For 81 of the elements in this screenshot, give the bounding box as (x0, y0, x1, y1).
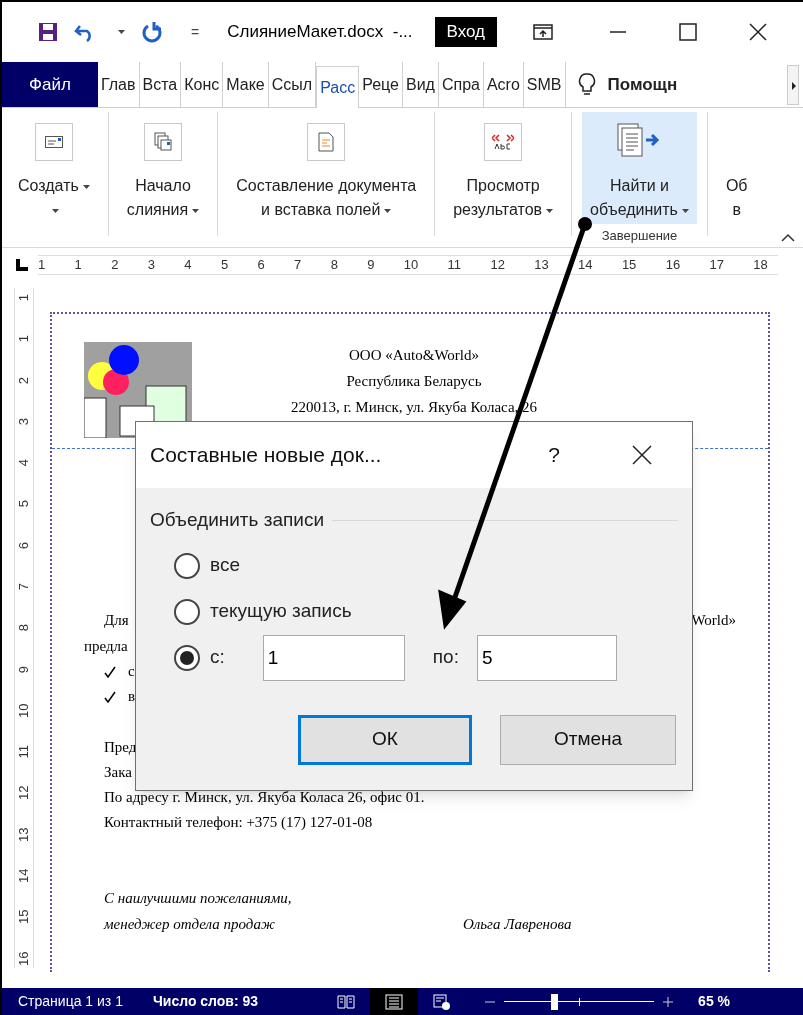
closing-text: менеджер отдела продаж (104, 915, 275, 934)
ribbon-tab[interactable]: Расс (316, 66, 360, 108)
help-button[interactable]: ? (536, 439, 572, 471)
redo-icon[interactable] (141, 21, 163, 43)
scroll-right-icon[interactable] (787, 64, 799, 105)
customize-toolbar-button[interactable]: = (191, 21, 200, 43)
zoom-in-icon[interactable] (662, 995, 675, 1008)
ribbon-button[interactable]: Просмотр результатов (445, 112, 562, 224)
caret-icon (82, 184, 90, 189)
document-icon (307, 123, 346, 161)
checkmark-icon (104, 665, 116, 678)
ribbon-tab[interactable]: Acro (483, 62, 524, 107)
body-text: World» (691, 611, 736, 630)
ribbon-button[interactable]: Создать (10, 112, 98, 224)
web-page-icon (433, 993, 452, 1010)
list-item: в (128, 687, 136, 706)
word-count[interactable]: Число слов: 93 (152, 991, 259, 1012)
caret-icon (681, 208, 689, 213)
group-heading: Объединить записи (150, 508, 325, 532)
body-text: Зака (103, 763, 132, 782)
page-count[interactable]: Страница 1 из 1 (18, 991, 123, 1012)
save-icon[interactable] (38, 22, 58, 42)
ribbon-display-icon[interactable] (533, 24, 553, 40)
ribbon-button[interactable]: Об в (717, 112, 756, 224)
group-label: Завершение (601, 227, 678, 245)
file-tab[interactable]: Файл (2, 62, 98, 107)
ok-button[interactable]: ОК (298, 714, 472, 765)
caret-icon (546, 208, 554, 213)
ribbon-button[interactable]: Найти и объединить (582, 112, 697, 224)
body-text: предла (84, 637, 128, 656)
page-icon (385, 993, 404, 1010)
ribbon-button[interactable]: Составление документа и вставка полей (228, 112, 425, 224)
ribbon-tab[interactable]: Маке (223, 62, 269, 107)
documents-icon (144, 123, 182, 161)
dialog-title: Составные новые док... (150, 442, 382, 469)
closing-text: С наилучшими пожеланиями, (104, 889, 292, 908)
collapse-ribbon-icon[interactable] (781, 233, 795, 243)
help-tab[interactable]: Помощн (607, 71, 678, 98)
to-label: по: (432, 645, 459, 670)
ribbon-tab[interactable]: Реце (359, 62, 403, 107)
ribbon-tab[interactable]: SMB (523, 62, 566, 107)
caret-icon (384, 208, 392, 213)
from-field[interactable]: 1 (262, 634, 405, 681)
ribbon-tab[interactable]: Вид (402, 62, 439, 107)
checkmark-icon (104, 690, 116, 703)
caret-icon (52, 208, 60, 213)
envelope-icon (34, 123, 73, 161)
tab-selector-icon[interactable] (16, 259, 28, 271)
list-item: с (128, 662, 135, 681)
print-view-button[interactable] (370, 988, 419, 1015)
signature-text: Ольга Лавренова (462, 915, 572, 934)
ribbon-tab[interactable]: Спра (438, 62, 484, 107)
maximize-icon[interactable] (679, 23, 697, 41)
vertical-ruler: 1 1 2 3 4 5 6 7 8 9 10 11 12 13 14 15 16 (14, 288, 34, 968)
body-text: По адресу г. Минск, ул. Якуба Коласа 26, офис 01. (103, 788, 425, 807)
zoom-level[interactable]: 65 % (698, 991, 731, 1012)
window-title: СлияниеМакет.docx -... (227, 21, 413, 44)
preview-icon (484, 123, 523, 161)
header-line: ООО «Auto&World» (348, 346, 479, 365)
close-icon[interactable] (749, 23, 767, 41)
body-text: Для (104, 611, 129, 630)
caret-icon (118, 30, 125, 34)
book-icon (337, 993, 356, 1010)
radio-option[interactable]: все (174, 551, 240, 580)
radio-option[interactable]: текущую запись (174, 597, 352, 626)
to-field[interactable]: 5 (476, 634, 617, 681)
sign-in-button[interactable]: Вход (434, 17, 497, 47)
ribbon-tab[interactable]: Глав (98, 62, 140, 107)
close-icon[interactable] (632, 445, 652, 465)
caret-icon (192, 208, 200, 213)
header-line: Республика Беларусь (346, 372, 482, 391)
radio-option[interactable]: с: (174, 643, 225, 672)
ribbon-tab[interactable]: Вста (139, 62, 182, 107)
body-text: Контактный телефон: +375 (17) 127-01-08 (103, 813, 373, 832)
ribbon-tab[interactable]: Конс (181, 62, 224, 107)
ribbon-button[interactable]: Начало слияния (118, 112, 208, 224)
cancel-button[interactable]: Отмена (500, 714, 676, 765)
horizontal-ruler: 1 1 2 3 4 5 6 7 8 9 10 11 12 13 14 15 16 17 18 (38, 255, 778, 275)
lightbulb-icon (577, 72, 596, 97)
body-text: Пред (103, 738, 137, 757)
zoom-slider-thumb[interactable] (550, 993, 558, 1010)
